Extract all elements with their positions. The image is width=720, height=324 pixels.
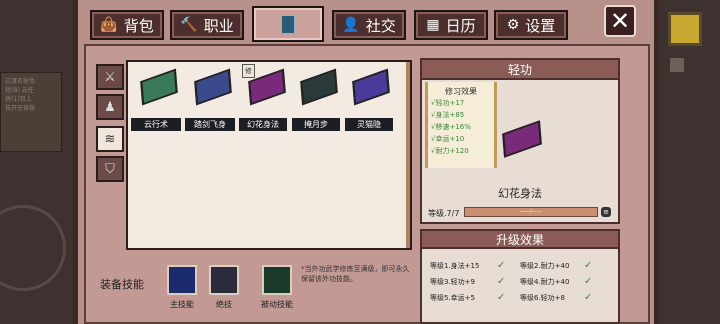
hammer-icon: 🔨 [180,17,198,33]
equip-slot-label: 绝技 [216,300,232,309]
skill-item-5[interactable] [342,68,400,106]
upgrade-header: 升级效果 [420,229,620,249]
tab-career[interactable]: 🔨 职业 [170,10,244,40]
meditate-icon: ♟ [104,99,116,115]
detail-header: 轻功 [420,58,620,80]
upgrade-row: 等级1.身法+15 [430,262,480,270]
skill-item-2[interactable] [184,68,242,106]
skill-label[interactable]: 掩月步 [292,118,340,131]
skill-item-4[interactable] [290,68,348,106]
wind-icon: ≋ [104,131,116,147]
practicing-badge: 修 [242,64,255,78]
background-panel: 过渡衣秘色 短(B) 云任 房(1)羽上 技开无夜容 [0,72,62,152]
level-progress-text: ——/—— [520,209,542,215]
equip-note: *当外功武学修炼至满级，即可永久保留该外功技能。 [301,265,410,283]
equip-slot-main[interactable] [167,265,197,295]
check-icon: ✓ [584,260,593,271]
shield-icon: ⛉ [105,161,115,177]
check-icon: ✓ [497,276,506,287]
category-swords[interactable]: ⚔ [96,64,124,90]
gear-icon: ⚙ [506,17,520,33]
bg-text-1: 过渡衣秘色 [5,78,36,85]
tab-social-label: 社交 [365,16,396,35]
small-icon [670,58,684,72]
check-icon: ✓ [584,276,593,287]
effect-line: √幸运+10 [431,135,465,143]
tab-social[interactable]: 👤 社交 [332,10,406,40]
tab-bag-label: 背包 [123,16,154,35]
effects-scroll: 修习效果 √轻功+17 √身法+85 √移速+16% √幸运+10 √耐力+12… [425,82,497,168]
close-icon: ✕ [609,7,631,35]
book-icon [281,14,295,34]
skill-book-icon [352,68,390,106]
tab-calendar-label: 日历 [445,16,476,35]
bag-icon: 👜 [100,17,118,33]
category-shield[interactable]: ⛉ [96,156,124,182]
effect-line: √耐力+120 [431,147,469,155]
skill-book-icon [194,68,232,106]
skill-book-icon [140,68,178,106]
skill-label[interactable]: 踏剑飞身 [185,118,235,131]
close-button[interactable]: ✕ [604,5,636,37]
people-icon: 👤 [342,17,360,33]
skill-book-icon [300,68,338,106]
skill-name: 幻花身法 [498,187,542,200]
tab-career-label: 职业 [203,16,234,35]
tab-settings[interactable]: ⚙ 设置 [494,10,568,40]
effect-line: √移速+16% [431,123,471,131]
category-wind[interactable]: ≋ [96,126,124,152]
check-icon: ✓ [497,260,506,271]
skill-label[interactable]: 云行术 [131,118,181,131]
scrollbar[interactable] [406,62,410,248]
tab-skills[interactable] [252,6,324,42]
skill-item-1[interactable] [130,68,188,106]
upgrade-row: 等级3.轻功+9 [430,278,475,286]
equip-slot-label: 被动技能 [261,300,293,309]
tab-calendar[interactable]: ▦ 日历 [414,10,488,40]
bg-text-3: 房(1)羽上 [5,96,32,103]
upgrade-row: 等级6.轻功+8 [520,294,565,302]
level-info-button[interactable]: ≡ [601,207,611,217]
info-icon: ≡ [603,208,609,216]
swords-icon: ⚔ [104,69,116,85]
tab-bag[interactable]: 👜 背包 [90,10,164,40]
level-progress-bar: ——/—— [464,207,598,217]
check-icon: ✓ [584,292,593,303]
skill-label[interactable]: 灵猫隐 [345,118,393,131]
effect-line: √身法+85 [431,111,465,119]
equip-slot-passive[interactable] [262,265,292,295]
upgrade-row: 等级2.耐力+40 [520,262,570,270]
tab-settings-label: 设置 [525,16,556,35]
upgrade-row: 等级5.幸运+5 [430,294,475,302]
effects-title: 修习效果 [445,87,477,96]
calendar-icon: ▦ [426,17,440,33]
upgrade-row: 等级4.耐力+40 [520,278,570,286]
level-label: 等级.7/7 [428,209,460,218]
equip-skills-label: 装备技能 [100,278,144,291]
effect-line: √轻功+17 [431,99,465,107]
category-meditate[interactable]: ♟ [96,94,124,120]
bg-text-4: 技开无夜容 [5,105,36,112]
equip-slot-ultimate[interactable] [209,265,239,295]
bg-text-2: 短(B) 云任 [5,87,34,94]
skill-label[interactable]: 幻花身法 [239,118,287,131]
check-icon: ✓ [497,292,506,303]
map-icon[interactable] [668,12,702,46]
